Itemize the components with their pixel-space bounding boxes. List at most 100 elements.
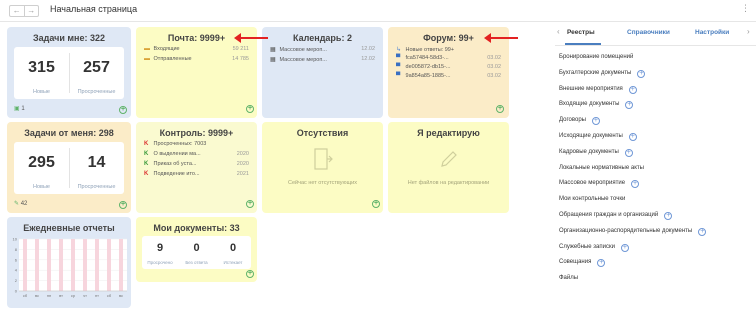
add-document-plus-icon[interactable]: + <box>246 270 254 278</box>
unanswered-docs-counter[interactable]: 0 Без ответа <box>178 236 215 269</box>
add-plus-icon[interactable]: + <box>591 117 600 126</box>
sidebar-item[interactable]: Внешние мероприятия + <box>559 85 637 94</box>
back-button[interactable]: ← <box>10 6 24 16</box>
chart-day-band <box>47 239 51 291</box>
sidebar-item[interactable]: Служебные записки + <box>559 243 629 252</box>
chart-x-tick: вт <box>59 293 63 298</box>
editing-empty-text: Нет файлов на редактировании <box>407 180 490 186</box>
forum-topic-date: 03.02 <box>487 64 501 70</box>
add-plus-icon[interactable]: + <box>664 212 673 220</box>
new-outgoing-counter[interactable]: 295 Новые <box>14 142 69 194</box>
sidebar-tabs: ‹ Реестры Справочники Настройки › <box>555 22 756 46</box>
mail-inbox-label: Входящие <box>153 46 180 52</box>
control-tile[interactable]: Контроль: 9999+ K Просроченных: 7003 K О… <box>136 122 257 213</box>
forum-topic-date: 03.02 <box>487 73 501 79</box>
forum-new-replies-label: Новые ответы: 99+ <box>405 47 455 53</box>
forward-button[interactable]: → <box>23 6 39 16</box>
forum-topic-date: 03.02 <box>487 55 501 61</box>
absence-tile[interactable]: Отсутствия Сейчас нет отсутствующих + <box>262 122 383 213</box>
tab-settings[interactable]: Настройки <box>695 29 729 36</box>
sidebar-item[interactable]: Локальные нормативные акты <box>559 165 644 171</box>
new-tasks-counter[interactable]: 315 Новые <box>14 47 69 99</box>
sidebar-item[interactable]: Договоры + <box>559 117 600 126</box>
sidebar-item[interactable]: Файлы <box>559 275 578 281</box>
chart-day-band <box>83 239 87 291</box>
tabs-next-icon[interactable]: › <box>747 27 750 36</box>
tasks-to-me-counters: 315 Новые 257 Просроченные <box>14 47 124 99</box>
tab-registries[interactable]: Реестры <box>567 29 595 36</box>
k-icon: K <box>144 141 149 147</box>
sidebar-item[interactable]: Исходящие документы + <box>559 133 637 141</box>
absence-title: Отсутствия <box>296 128 349 138</box>
add-control-plus-icon[interactable]: + <box>246 200 254 208</box>
sidebar-item[interactable]: Бухгалтерские документы + <box>559 69 646 78</box>
calendar-event-date: 12.02 <box>361 46 375 52</box>
add-plus-icon[interactable]: + <box>637 69 646 78</box>
forum-topic-row[interactable]: ▀ 9a854a85-1885-... 03.02 <box>396 73 501 82</box>
new-mail-plus-icon[interactable]: + <box>246 105 254 113</box>
calendar-event-row[interactable]: ▦ Массовое мероп... 12.02 <box>270 56 375 65</box>
sidebar-item[interactable]: Входящие документы + <box>559 101 634 110</box>
control-item-row[interactable]: K Подведение ито... 2021 <box>144 171 249 180</box>
overdue-outgoing-counter[interactable]: 14 Просроченные <box>69 142 124 194</box>
control-title: Контроль: 9999+ <box>159 128 234 138</box>
add-task-plus-icon[interactable]: + <box>119 106 127 114</box>
add-plus-icon[interactable]: + <box>628 85 637 94</box>
control-item-row[interactable]: K Приказ об уста... 2020 <box>144 161 249 170</box>
add-absence-plus-icon[interactable]: + <box>372 200 380 208</box>
add-plus-icon[interactable]: + <box>597 259 606 268</box>
chart-y-tick: 6 <box>15 257 18 262</box>
add-outgoing-plus-icon[interactable]: + <box>119 201 127 209</box>
calendar-event-row[interactable]: ▦ Массовое мероп... 12.02 <box>270 46 375 55</box>
folder-icon: ▬ <box>144 56 150 62</box>
mail-sent-row[interactable]: ▬ Отправленные 14 785 <box>144 56 249 65</box>
daily-reports-tile[interactable]: Ежедневные отчеты 10 8 6 4 2 0 сб вс пн вт ср чт пт с… <box>7 217 131 308</box>
sidebar-item[interactable]: Массовое мероприятие + <box>559 180 640 189</box>
chart-day-band <box>119 239 123 291</box>
tasks-to-me-tile[interactable]: Задачи мне: 322 315 Новые 257 Просроченн… <box>7 27 131 118</box>
editing-tile[interactable]: Я редактирую Нет файлов на редактировани… <box>388 122 509 213</box>
add-plus-icon[interactable]: + <box>625 101 634 110</box>
tasks-from-me-title: Задачи от меня: 298 <box>24 128 114 138</box>
my-documents-tile[interactable]: Мои документы: 33 9 Просрочено 0 Без отв… <box>136 217 257 282</box>
new-topic-plus-icon[interactable]: + <box>496 105 504 113</box>
expiring-docs-counter[interactable]: 0 Истекает <box>215 236 251 269</box>
control-item-row[interactable]: K О выделении ма... 2020 <box>144 151 249 160</box>
add-plus-icon[interactable]: + <box>631 180 640 189</box>
annotation-arrow-forum <box>484 33 518 43</box>
chart-day-band <box>71 239 75 291</box>
overdue-docs-counter[interactable]: 9 Просрочено <box>142 236 178 269</box>
control-item-label: О выделении ма... <box>153 151 201 157</box>
tab-references[interactable]: Справочники <box>627 29 670 36</box>
document-check-icon: ▣ <box>14 106 20 112</box>
calendar-event-date: 12.02 <box>361 56 375 62</box>
mail-inbox-row[interactable]: ▬ Входящие 59 211 <box>144 46 249 55</box>
control-item-year: 2020 <box>236 161 249 167</box>
tasks-to-me-title: Задачи мне: 322 <box>32 33 105 43</box>
forum-topic-row[interactable]: ▀ fca57484-58d3-... 03.02 <box>396 55 501 64</box>
more-menu-icon[interactable]: ⋮ <box>741 3 750 14</box>
sidebar-item[interactable]: Организационно-распорядительные документ… <box>559 227 707 236</box>
overdue-tasks-counter[interactable]: 257 Просроченные <box>69 47 124 99</box>
k-icon: K <box>144 151 149 157</box>
add-plus-icon[interactable]: + <box>620 243 629 252</box>
daily-reports-title: Ежедневные отчеты <box>23 223 115 233</box>
control-overdue-row[interactable]: K Просроченных: 7003 <box>144 141 249 150</box>
calendar-tile[interactable]: Календарь: 2 ▦ Массовое мероп... 12.02 ▦… <box>262 27 383 118</box>
calendar-icon: ▦ <box>270 57 276 63</box>
forum-new-replies-row[interactable]: ↳ Новые ответы: 99+ <box>396 46 501 55</box>
sidebar-item[interactable]: Кадровые документы + <box>559 148 633 157</box>
add-plus-icon[interactable]: + <box>698 227 707 236</box>
add-plus-icon[interactable]: + <box>628 133 637 141</box>
sidebar-item-label: Файлы <box>559 275 579 282</box>
forum-topic-row[interactable]: ▀ de005872-db15-... 03.02 <box>396 64 501 73</box>
sidebar-item[interactable]: Совещания + <box>559 259 606 268</box>
my-documents-counters: 9 Просрочено 0 Без ответа 0 Истекает <box>142 236 251 269</box>
tasks-from-me-tile[interactable]: Задачи от меня: 298 295 Новые 14 Просроч… <box>7 122 131 213</box>
sidebar-item[interactable]: Бронирование помещений <box>559 54 633 60</box>
chart-y-tick: 4 <box>15 268 18 273</box>
tabs-prev-icon[interactable]: ‹ <box>557 27 560 36</box>
sidebar-item[interactable]: Обращения граждан и организаций + <box>559 212 673 220</box>
add-plus-icon[interactable]: + <box>624 148 633 157</box>
sidebar-item[interactable]: Мои контрольные точки <box>559 196 625 202</box>
